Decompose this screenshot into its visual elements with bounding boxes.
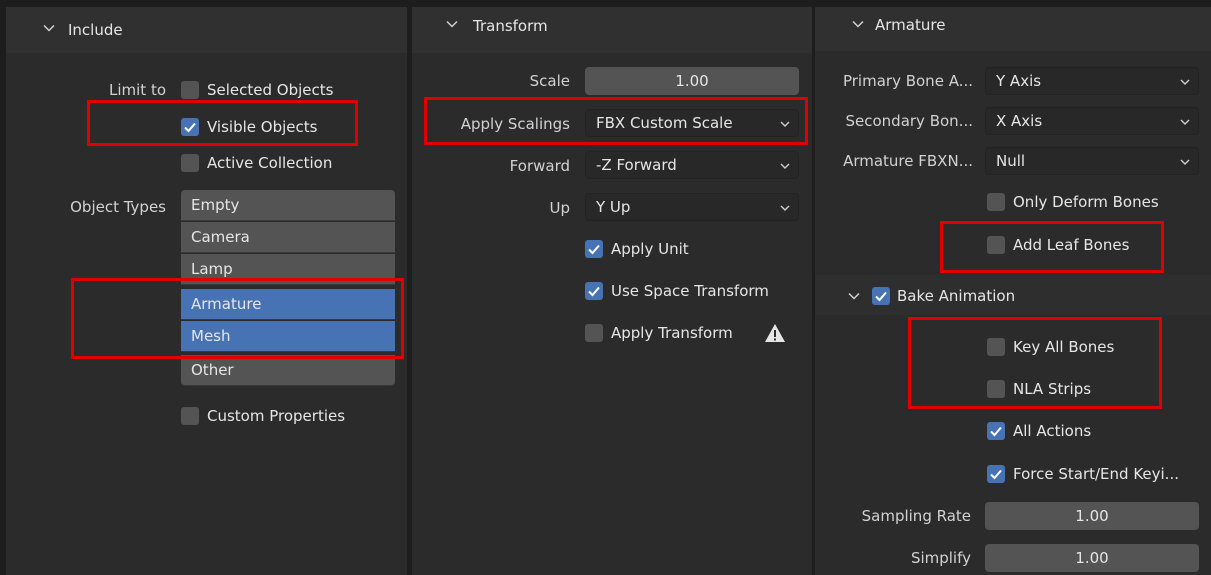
include-panel: Include Limit to Selected Objects Visibl…	[6, 7, 409, 575]
object-type-armature[interactable]: Armature	[181, 289, 395, 320]
checkmark-icon	[990, 426, 1002, 437]
use-space-transform-checkbox[interactable]	[585, 282, 603, 300]
visible-objects-label: Visible Objects	[207, 118, 318, 136]
checkmark-icon	[990, 469, 1002, 480]
secondary-bone-axis-value: X Axis	[996, 112, 1043, 130]
add-leaf-bones-checkbox[interactable]	[987, 236, 1005, 254]
key-all-bones-label: Key All Bones	[1013, 338, 1115, 356]
chevron-down-icon	[852, 20, 864, 28]
scale-label: Scale	[529, 72, 570, 90]
transform-header[interactable]: Transform	[412, 7, 812, 53]
chevron-down-icon	[1180, 79, 1190, 85]
key-all-bones-checkbox[interactable]	[987, 338, 1005, 356]
checkmark-icon	[588, 244, 600, 255]
simplify-label: Simplify	[910, 549, 971, 567]
checkmark-icon	[875, 291, 887, 302]
limit-to-label: Limit to	[108, 81, 166, 99]
apply-scalings-value: FBX Custom Scale	[596, 114, 733, 132]
object-types-label: Object Types	[70, 198, 166, 216]
chevron-down-icon	[848, 292, 860, 300]
active-collection-checkbox[interactable]	[181, 154, 199, 172]
secondary-bone-axis-dropdown[interactable]: X Axis	[985, 107, 1199, 135]
apply-transform-checkbox[interactable]	[585, 324, 603, 342]
nla-strips-checkbox[interactable]	[987, 380, 1005, 398]
checkmark-icon	[184, 122, 196, 133]
selected-objects-label: Selected Objects	[207, 81, 334, 99]
include-title: Include	[68, 21, 123, 39]
include-header[interactable]: Include	[6, 7, 409, 53]
all-actions-checkbox[interactable]	[987, 422, 1005, 440]
only-deform-bones-checkbox[interactable]	[987, 193, 1005, 211]
apply-scalings-dropdown[interactable]: FBX Custom Scale	[585, 109, 799, 137]
secondary-bone-axis-label: Secondary Bon...	[845, 112, 974, 130]
use-space-transform-label: Use Space Transform	[611, 282, 769, 300]
forward-label: Forward	[509, 157, 570, 175]
armature-fbxnode-label: Armature FBXN...	[843, 152, 973, 170]
bake-animation-checkbox[interactable]	[872, 287, 890, 305]
bake-animation-title: Bake Animation	[897, 287, 1016, 305]
armature-header[interactable]: Armature	[815, 7, 1211, 51]
up-value: Y Up	[596, 198, 631, 216]
chevron-down-icon	[1180, 159, 1190, 165]
up-label: Up	[549, 199, 570, 217]
object-type-empty[interactable]: Empty	[181, 190, 395, 221]
active-collection-label: Active Collection	[207, 154, 333, 172]
apply-scalings-label: Apply Scalings	[460, 115, 570, 133]
apply-unit-label: Apply Unit	[611, 240, 689, 258]
chevron-down-icon	[780, 205, 790, 211]
forward-dropdown[interactable]: -Z Forward	[585, 151, 799, 179]
armature-fbxnode-value: Null	[996, 152, 1026, 170]
object-type-mesh[interactable]: Mesh	[181, 321, 395, 352]
armature-panel: Armature Primary Bone A... Y Axis Second…	[815, 7, 1211, 575]
panel-divider	[407, 7, 409, 575]
object-type-other[interactable]: Other	[181, 355, 395, 386]
force-start-end-keying-checkbox[interactable]	[987, 465, 1005, 483]
force-start-end-keying-label: Force Start/End Keyi...	[1013, 465, 1179, 483]
armature-title: Armature	[875, 16, 946, 34]
apply-unit-checkbox[interactable]	[585, 240, 603, 258]
primary-bone-axis-value: Y Axis	[996, 72, 1042, 90]
up-dropdown[interactable]: Y Up	[585, 193, 799, 221]
sampling-rate-field[interactable]: 1.00	[985, 502, 1199, 530]
nla-strips-label: NLA Strips	[1013, 380, 1092, 398]
add-leaf-bones-label: Add Leaf Bones	[1013, 236, 1130, 254]
custom-properties-checkbox[interactable]	[181, 407, 199, 425]
warning-icon	[765, 324, 785, 342]
only-deform-bones-label: Only Deform Bones	[1013, 193, 1159, 211]
chevron-down-icon	[446, 20, 458, 28]
chevron-down-icon	[1180, 119, 1190, 125]
visible-objects-checkbox[interactable]	[181, 118, 199, 136]
bake-animation-header[interactable]: Bake Animation	[815, 275, 1211, 315]
forward-value: -Z Forward	[596, 156, 677, 174]
custom-properties-label: Custom Properties	[207, 407, 346, 425]
scale-field[interactable]: 1.00	[585, 67, 799, 95]
chevron-down-icon	[780, 121, 790, 127]
transform-title: Transform	[473, 17, 548, 35]
chevron-down-icon	[780, 163, 790, 169]
checkmark-icon	[588, 286, 600, 297]
primary-bone-axis-label: Primary Bone A...	[842, 72, 973, 90]
transform-panel: Transform Scale 1.00 Apply Scalings FBX …	[412, 7, 812, 575]
object-type-lamp[interactable]: Lamp	[181, 254, 395, 285]
apply-transform-label: Apply Transform	[611, 324, 733, 342]
all-actions-label: All Actions	[1013, 422, 1092, 440]
selected-objects-checkbox[interactable]	[181, 81, 199, 99]
chevron-down-icon	[43, 24, 55, 32]
armature-fbxnode-dropdown[interactable]: Null	[985, 147, 1199, 175]
sampling-rate-label: Sampling Rate	[861, 507, 971, 525]
object-type-camera[interactable]: Camera	[181, 222, 395, 253]
simplify-field[interactable]: 1.00	[985, 544, 1199, 572]
primary-bone-axis-dropdown[interactable]: Y Axis	[985, 67, 1199, 95]
